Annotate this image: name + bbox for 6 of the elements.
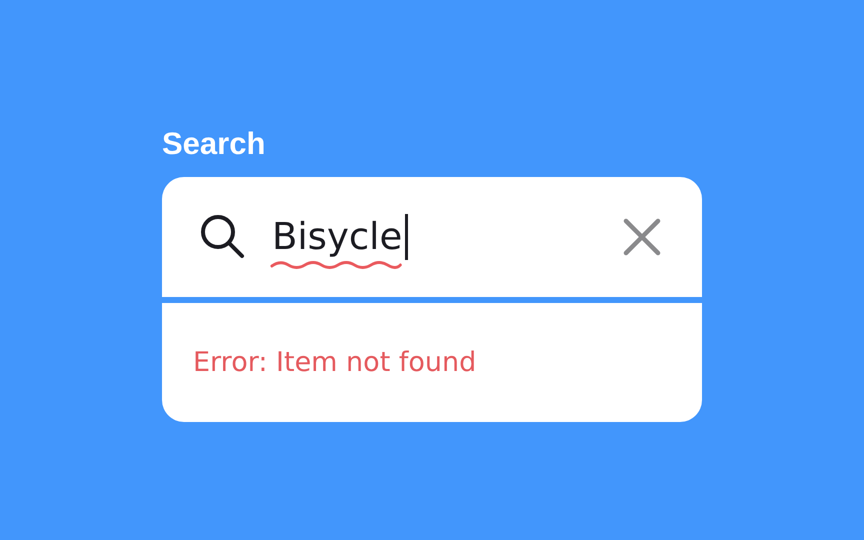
clear-button[interactable] — [622, 217, 662, 257]
search-label: Search — [162, 125, 266, 163]
error-message: Error: Item not found — [193, 347, 476, 378]
search-text: Bisycle — [272, 214, 402, 260]
search-field[interactable]: Bisycle — [162, 177, 702, 297]
close-icon — [622, 217, 662, 257]
